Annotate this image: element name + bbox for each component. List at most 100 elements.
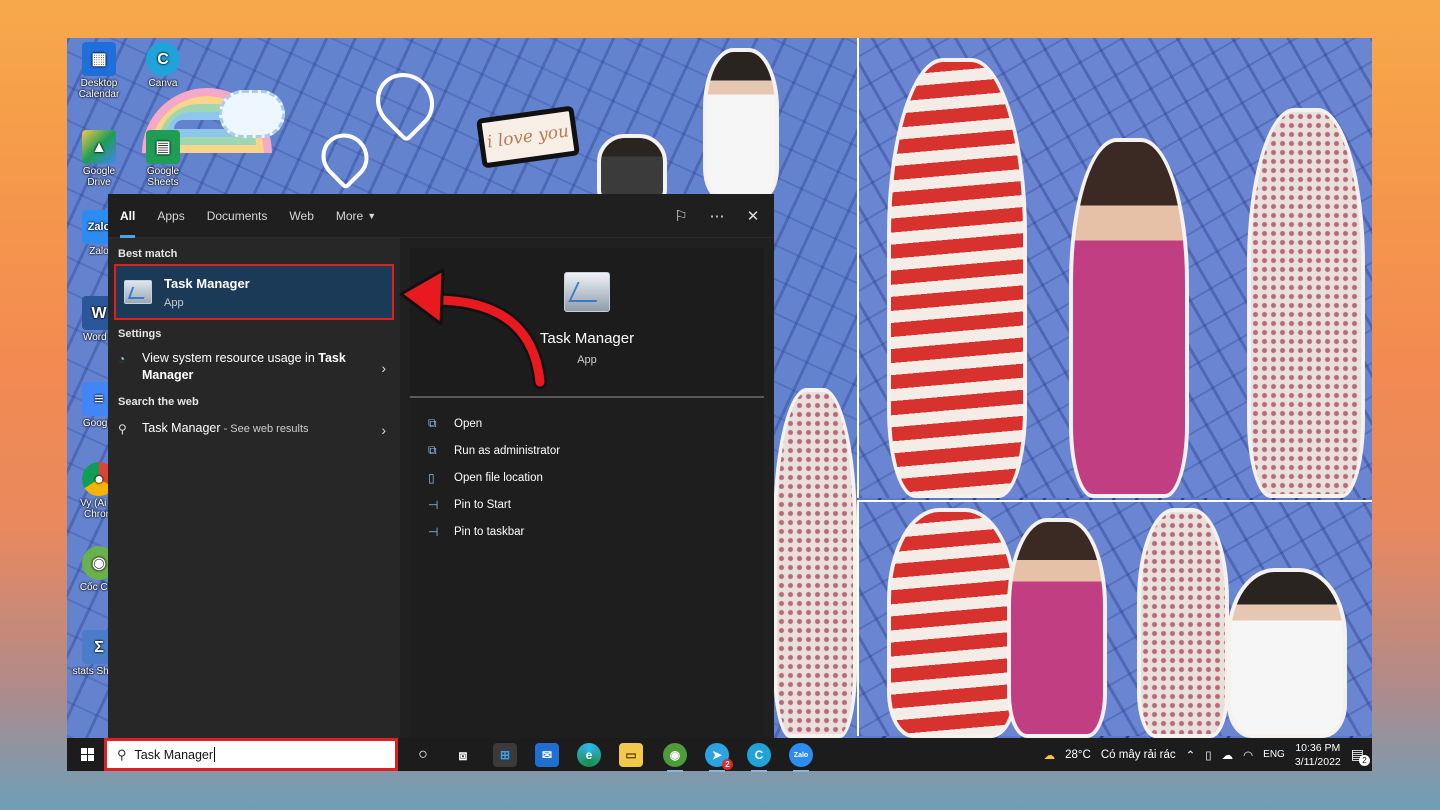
wifi-icon[interactable]: ◠ xyxy=(1243,748,1253,762)
calendar-icon: ▦ xyxy=(82,42,116,76)
canva-taskbar-icon[interactable]: C xyxy=(747,743,771,772)
onedrive-icon[interactable]: ☁ xyxy=(1222,748,1234,762)
notification-icon[interactable]: ▤ 2 xyxy=(1351,746,1370,766)
person-sticker xyxy=(1137,508,1229,738)
desktop-icon-desktop-calendar[interactable]: ▦ Desktop Calendar xyxy=(71,42,127,100)
tab-label: All xyxy=(120,208,136,223)
language-indicator[interactable]: ENG xyxy=(1263,749,1285,760)
best-match-title: Task Manager xyxy=(164,275,250,291)
settings-heading: Settings xyxy=(118,328,162,340)
tab-apps[interactable]: Apps xyxy=(157,194,184,238)
store-icon[interactable]: ⊞ xyxy=(493,743,517,767)
tab-all[interactable]: All xyxy=(120,194,136,238)
desktop-icon-label: Canva xyxy=(148,78,178,89)
weather-temperature[interactable]: 28°C xyxy=(1065,749,1091,761)
start-button[interactable] xyxy=(67,738,107,771)
action-list: ⧉ Open ⧉ Run as administrator ▯ Open file l… xyxy=(410,398,764,545)
edge-icon[interactable]: e xyxy=(577,743,601,767)
chevron-right-icon: › xyxy=(381,360,386,376)
annotation-arrow xyxy=(399,268,547,389)
desktop-icon-google-sheets[interactable]: ▤ Google Sheets xyxy=(135,130,191,188)
best-match-subtitle: App xyxy=(164,296,184,309)
caret-down-icon: ▼ xyxy=(367,210,377,221)
preview-subtitle: App xyxy=(577,354,597,366)
settings-monitor-icon: ◔ xyxy=(118,352,126,366)
taskbar-search-input[interactable]: ⚲ Task Manager xyxy=(104,738,398,771)
feedback-icon[interactable]: ⚐ xyxy=(672,207,690,225)
person-sticker xyxy=(887,508,1017,738)
search-web-heading: Search the web xyxy=(118,396,199,408)
action-label: Open xyxy=(454,417,483,430)
tab-web[interactable]: Web xyxy=(289,194,313,238)
pin-icon: ⊣ xyxy=(428,524,439,539)
desktop-icon-label: Zalo xyxy=(89,246,109,257)
chevron-up-icon[interactable]: ⌃ xyxy=(1186,748,1196,762)
web-result-suffix: - See web results xyxy=(220,423,309,435)
clock[interactable]: 10:36 PM 3/11/2022 xyxy=(1295,741,1341,769)
admin-icon: ⧉ xyxy=(428,443,437,457)
weather-icon: ☁ xyxy=(1043,749,1056,762)
person-sticker xyxy=(1247,108,1365,498)
tab-label: More xyxy=(335,208,364,223)
web-result-text: Task Manager xyxy=(142,421,221,435)
action-pin-to-taskbar[interactable]: ⊣ Pin to taskbar xyxy=(410,518,764,545)
telegram-icon[interactable]: ➤ 2 xyxy=(705,743,733,772)
task-manager-icon xyxy=(124,280,152,304)
best-match-result[interactable]: Task Manager App xyxy=(114,264,394,320)
search-icon: ⚲ xyxy=(117,746,127,762)
file-location-icon: ▯ xyxy=(428,470,435,485)
task-view-button[interactable]: ⧈ xyxy=(451,743,475,767)
action-open[interactable]: ⧉ Open xyxy=(410,410,764,437)
more-options-icon[interactable]: ⋯ xyxy=(708,207,726,225)
desktop-icon-label: Google Sheets xyxy=(146,166,180,188)
tab-more[interactable]: More ▼ xyxy=(336,194,376,238)
search-input-value: Task Manager xyxy=(134,747,214,762)
action-label: Open file location xyxy=(454,471,543,484)
clock-time: 10:36 PM xyxy=(1295,741,1341,754)
person-sticker xyxy=(773,388,857,738)
search-icon: ⚲ xyxy=(118,422,127,436)
settings-result-text: View system resource usage in xyxy=(142,351,319,365)
close-icon[interactable]: ✕ xyxy=(744,207,762,225)
windows-icon xyxy=(80,748,94,761)
search-top-actions: ⚐ ⋯ ✕ xyxy=(672,194,762,238)
file-explorer-icon[interactable]: ▭ xyxy=(619,743,643,767)
action-open-file-location[interactable]: ▯ Open file location xyxy=(410,464,764,491)
desktop-icon-google-drive[interactable]: ▲ Google Drive xyxy=(71,130,127,188)
love-bubble-text: i love you xyxy=(485,121,571,153)
person-sticker xyxy=(703,48,779,198)
coccoc-taskbar-icon[interactable]: ◉ xyxy=(663,743,687,772)
settings-result[interactable]: ◔ View system resource usage in Task Man… xyxy=(108,346,400,390)
action-run-as-admin[interactable]: ⧉ Run as administrator xyxy=(410,437,764,464)
person-sticker xyxy=(1069,138,1189,498)
pin-icon: ⊣ xyxy=(428,497,439,512)
open-icon: ⧉ xyxy=(428,416,437,430)
device-icon[interactable]: ▯ xyxy=(1205,748,1211,762)
action-pin-to-start[interactable]: ⊣ Pin to Start xyxy=(410,491,764,518)
tab-label: Apps xyxy=(157,208,185,223)
notification-badge: 2 xyxy=(1359,755,1370,766)
mail-icon[interactable]: ✉ xyxy=(535,743,559,767)
web-result[interactable]: ⚲ Task Manager - See web results › xyxy=(108,416,400,444)
drive-icon: ▲ xyxy=(82,130,116,164)
desktop-icon-canva[interactable]: C Canva xyxy=(135,42,191,89)
chevron-right-icon: › xyxy=(381,422,386,438)
weather-description[interactable]: Có mây rải rác xyxy=(1101,749,1176,761)
search-tabs: All Apps Documents Web More ▼ ⚐ ⋯ ✕ xyxy=(108,194,774,238)
tab-documents[interactable]: Documents xyxy=(207,194,268,238)
zalo-taskbar-icon[interactable]: Zalo xyxy=(789,743,813,772)
text-cursor xyxy=(214,747,216,762)
tab-label: Documents xyxy=(206,208,268,223)
results-pane: Best match Task Manager App Settings ◔ V… xyxy=(108,238,400,738)
person-sticker xyxy=(1227,568,1347,738)
taskbar: ⚲ Task Manager ○ ⧈ ⊞ ✉ e ▭ ◉ ➤ 2 C Zalo ☁… xyxy=(67,738,1372,772)
cortana-button[interactable]: ○ xyxy=(411,743,435,767)
task-manager-large-icon xyxy=(564,272,610,312)
person-sticker xyxy=(887,58,1027,498)
tab-label: Web xyxy=(289,208,314,223)
desktop-icon-label: Desktop Calendar xyxy=(78,78,120,100)
best-match-heading: Best match xyxy=(118,248,178,260)
desktop-icon-label: Google Drive xyxy=(82,166,116,188)
system-tray: ☁ 28°C Có mây rải rác ⌃ ▯ ☁ ◠ ENG 10:36 … xyxy=(1043,738,1370,771)
action-label: Pin to Start xyxy=(454,498,511,511)
